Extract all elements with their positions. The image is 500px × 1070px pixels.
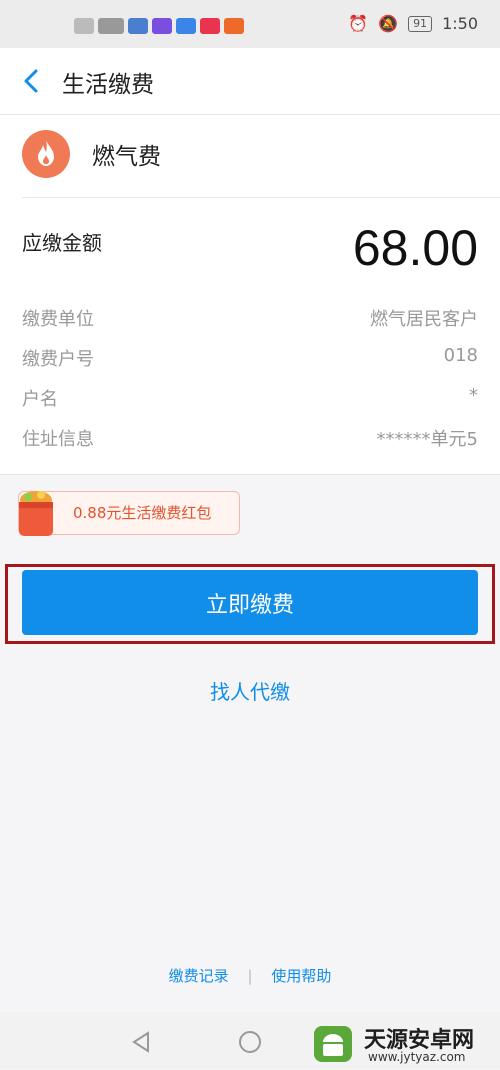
promo-text: 0.88元生活缴费红包 — [73, 504, 212, 522]
help-link[interactable]: 使用帮助 — [271, 967, 331, 985]
alarm-icon: ⏰ — [348, 14, 369, 33]
app-icon — [224, 18, 244, 34]
pay-now-button[interactable]: 立即缴费 — [22, 570, 478, 635]
app-icon — [176, 18, 196, 34]
mute-icon: 🔕 — [378, 14, 399, 33]
red-packet-icon — [19, 491, 53, 536]
battery-indicator: 91 — [408, 15, 433, 32]
info-value: * — [469, 385, 478, 406]
app-icon — [200, 18, 220, 34]
info-label: 缴费户号 — [22, 349, 94, 370]
info-row-address: 住址信息 ******单元5 — [0, 425, 500, 465]
biller-row: 燃气费 — [0, 115, 500, 197]
red-packet-promo[interactable]: 0.88元生活缴费红包 — [18, 491, 240, 536]
home-circle-icon[interactable] — [238, 1030, 262, 1054]
footer-divider: | — [247, 967, 253, 985]
info-label: 缴费单位 — [22, 309, 94, 330]
signal-icon — [98, 18, 124, 34]
biller-name: 燃气费 — [92, 144, 161, 170]
info-value: ******单元5 — [376, 429, 478, 450]
payment-records-link[interactable]: 缴费记录 — [169, 967, 229, 985]
info-label: 住址信息 — [22, 429, 94, 450]
android-logo-icon — [314, 1026, 352, 1062]
page-title: 生活缴费 — [62, 72, 154, 98]
clock: 1:50 — [442, 14, 478, 33]
watermark-url: www.jytyaz.com — [368, 1050, 466, 1064]
divider — [22, 197, 500, 198]
status-icons-left — [74, 18, 244, 34]
status-icons-right: ⏰ 🔕 91 1:50 — [348, 14, 478, 33]
site-watermark: 天源安卓网 www.jytyaz.com — [310, 1022, 500, 1066]
hd-icon — [74, 18, 94, 34]
amount-label: 应缴金额 — [22, 231, 102, 255]
info-row-unit: 缴费单位 燃气居民客户 — [0, 305, 500, 345]
info-value: 燃气居民客户 — [370, 309, 478, 330]
info-row-name: 户名 * — [0, 385, 500, 425]
info-value: 018 — [443, 345, 478, 366]
nav-bar: 生活缴费 — [0, 48, 500, 115]
info-label: 户名 — [22, 389, 58, 410]
info-row-account: 缴费户号 018 — [0, 345, 500, 385]
back-arrow-icon[interactable] — [20, 66, 46, 96]
footer-links: 缴费记录 | 使用帮助 — [0, 965, 500, 986]
app-icon — [152, 18, 172, 34]
status-bar: ⏰ 🔕 91 1:50 — [0, 0, 500, 48]
back-triangle-icon[interactable] — [130, 1030, 152, 1054]
bill-card: 燃气费 应缴金额 68.00 缴费单位 燃气居民客户 缴费户号 018 户名 *… — [0, 115, 500, 475]
flame-icon — [22, 130, 70, 178]
app-icon — [128, 18, 148, 34]
amount-value: 68.00 — [352, 220, 478, 276]
pay-for-me-link[interactable]: 找人代缴 — [0, 676, 500, 705]
